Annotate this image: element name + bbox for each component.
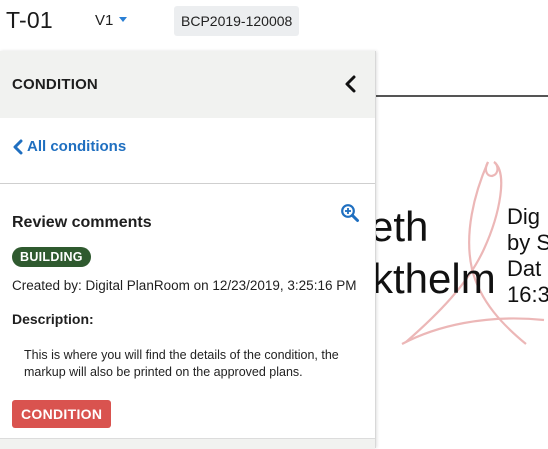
signer-name-fragment-1: eth [376, 203, 428, 250]
caret-down-icon [119, 17, 128, 22]
signer-name-fragment-2: kthelm [376, 255, 496, 302]
all-conditions-link[interactable]: All conditions [12, 138, 126, 155]
condition-title: Review comments [12, 214, 152, 231]
document-viewer[interactable]: eth kthelm Dig by S Dat 16:3 [376, 44, 548, 448]
zoom-in-icon[interactable] [340, 203, 360, 223]
back-chevron-icon [13, 139, 23, 154]
chevron-left-icon[interactable] [341, 73, 361, 95]
description-text: This is where you will find the details … [24, 348, 339, 379]
stamp-line-1: Dig [507, 204, 540, 229]
signature-stamp: eth kthelm Dig by S Dat 16:3 [376, 161, 548, 345]
version-dropdown[interactable]: V1 [95, 12, 128, 29]
stamp-line-4: 16:3 [507, 282, 548, 307]
sheet-id: T-01 [6, 7, 53, 33]
created-by-text: Created by: Digital PlanRoom on 12/23/20… [12, 278, 357, 293]
description-label: Description: [12, 311, 94, 327]
card-footer [0, 438, 375, 449]
condition-card: Review comments BUILDING Created by: Dig… [0, 184, 375, 449]
version-label: V1 [95, 12, 114, 29]
stamp-line-2: by S [507, 230, 548, 255]
condition-panel: CONDITION All conditions Review comments… [0, 51, 376, 449]
stamp-line-3: Dat [507, 256, 541, 281]
panel-title: CONDITION [12, 76, 98, 93]
panel-header: CONDITION [0, 51, 375, 118]
document-number: BCP2019-120008 [174, 6, 300, 36]
discipline-badge: BUILDING [12, 247, 91, 267]
condition-type-badge: CONDITION [12, 400, 112, 428]
all-conditions-label: All conditions [27, 138, 127, 155]
top-bar: T-01 V1 BCP2019-120008 [0, 0, 548, 44]
